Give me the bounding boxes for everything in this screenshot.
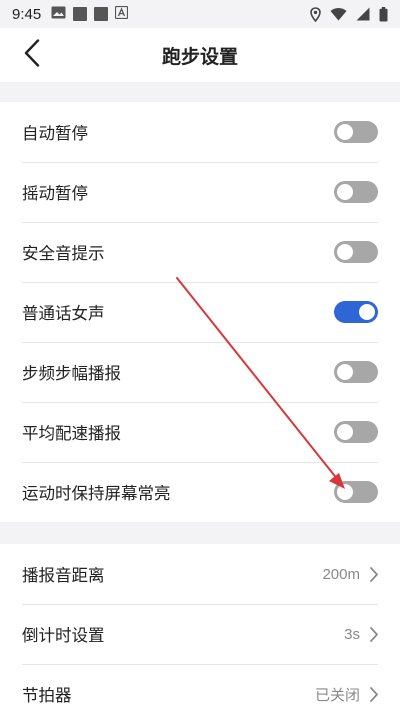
toggle-knob — [337, 364, 353, 380]
setting-row-safety-sound: 安全音提示 — [0, 222, 400, 282]
setting-label: 安全音提示 — [22, 244, 105, 263]
female-voice-toggle[interactable] — [334, 301, 378, 323]
avg-pace-toggle[interactable] — [334, 421, 378, 443]
setting-row-avg-pace: 平均配速播报 — [0, 402, 400, 462]
auto-pause-toggle[interactable] — [334, 121, 378, 143]
signal-icon — [356, 7, 370, 21]
setting-row-countdown[interactable]: 倒计时设置 3s — [0, 604, 400, 664]
setting-row-keep-screen-on: 运动时保持屏幕常亮 — [0, 462, 400, 522]
page-title: 跑步设置 — [161, 45, 238, 68]
square-icon — [73, 7, 88, 21]
setting-row-broadcast-distance[interactable]: 播报音距离 200m — [0, 544, 400, 604]
toggle-knob — [337, 184, 353, 200]
setting-label: 平均配速播报 — [22, 424, 121, 443]
setting-row-female-voice: 普通话女声 — [0, 282, 400, 342]
status-right — [310, 6, 388, 22]
wifi-icon — [330, 7, 347, 21]
setting-label: 摇动暂停 — [22, 184, 88, 203]
toggle-knob — [337, 244, 353, 260]
status-time: 9:45 — [12, 5, 42, 23]
location-icon — [310, 6, 321, 22]
setting-label: 普通话女声 — [22, 304, 105, 323]
setting-row-shake-pause: 摇动暂停 — [0, 162, 400, 222]
toggle-knob — [337, 484, 353, 500]
setting-row-auto-pause: 自动暂停 — [0, 102, 400, 162]
shake-pause-toggle[interactable] — [334, 181, 378, 203]
back-button[interactable] — [16, 38, 48, 72]
chevron-right-icon — [370, 626, 378, 642]
setting-label: 自动暂停 — [22, 124, 88, 143]
square-icon — [94, 7, 109, 21]
setting-label: 运动时保持屏幕常亮 — [22, 484, 171, 503]
safety-sound-toggle[interactable] — [334, 241, 378, 263]
option-settings-group: 播报音距离 200m 倒计时设置 3s 节拍器 已关闭 — [0, 544, 400, 711]
setting-label: 节拍器 — [22, 686, 72, 705]
toggle-settings-group: 自动暂停 摇动暂停 安全音提示 普通话女声 步频步幅播报 平均配速播报 运动时保… — [0, 102, 400, 522]
toggle-knob — [359, 304, 375, 320]
setting-value: 已关闭 — [314, 686, 360, 704]
metronome-value[interactable]: 已关闭 — [315, 684, 378, 705]
a-icon — [115, 5, 129, 23]
setting-value: 3s — [344, 625, 360, 643]
setting-label: 步频步幅播报 — [22, 364, 121, 383]
toggle-knob — [337, 124, 353, 140]
setting-value: 200m — [322, 565, 360, 583]
status-bar: 9:45 — [0, 0, 400, 28]
image-icon — [51, 5, 66, 23]
chevron-left-icon — [24, 39, 40, 71]
toggle-knob — [337, 424, 353, 440]
broadcast-distance-value[interactable]: 200m — [322, 566, 378, 583]
battery-icon — [379, 6, 388, 22]
status-left: 9:45 — [12, 5, 129, 23]
chevron-right-icon — [370, 566, 378, 582]
countdown-value[interactable]: 3s — [344, 626, 378, 643]
cadence-stride-toggle[interactable] — [334, 361, 378, 383]
header-bar: 跑步设置 — [0, 28, 400, 82]
chevron-right-icon — [370, 686, 378, 702]
setting-label: 播报音距离 — [22, 566, 105, 585]
setting-row-metronome[interactable]: 节拍器 已关闭 — [0, 664, 400, 711]
setting-label: 倒计时设置 — [22, 626, 105, 645]
keep-screen-on-toggle[interactable] — [334, 481, 378, 503]
setting-row-cadence-stride: 步频步幅播报 — [0, 342, 400, 402]
